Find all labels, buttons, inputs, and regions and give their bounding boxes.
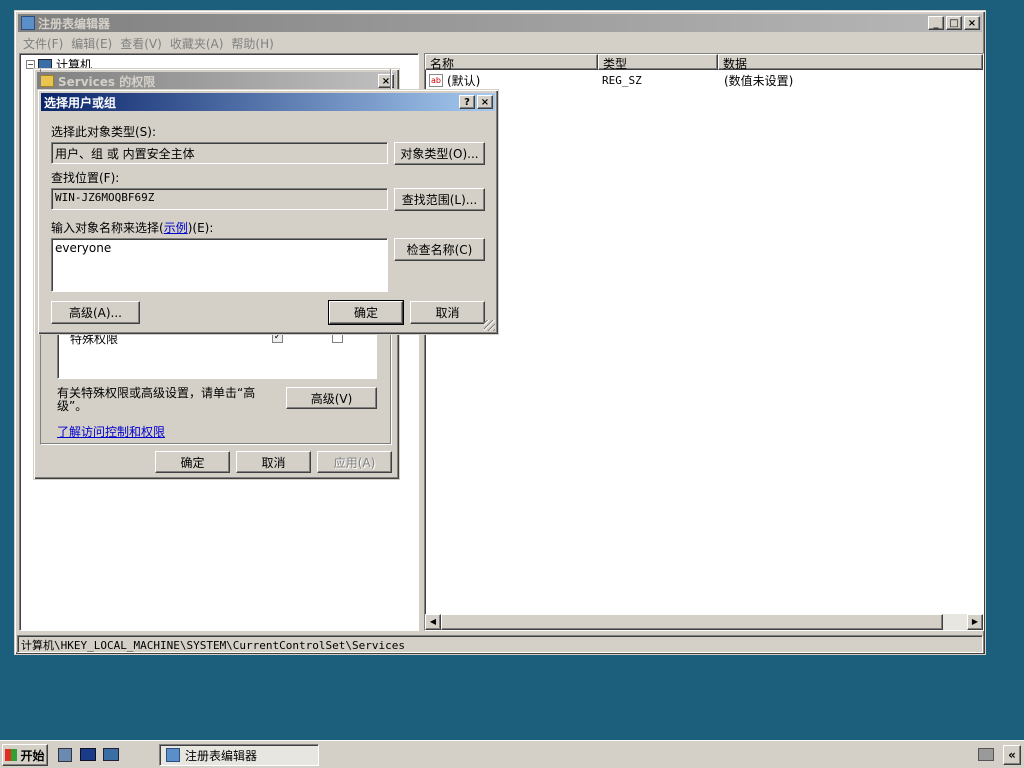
examples-link[interactable]: 示例 <box>164 221 188 235</box>
tray-expand-button[interactable]: « <box>1003 745 1021 765</box>
permissions-titlebar[interactable]: Services 的权限 × <box>37 72 396 90</box>
object-names-label-suffix: )(E): <box>187 221 214 235</box>
check-names-button[interactable]: 检查名称(C) <box>394 238 485 261</box>
windows-logo-icon <box>5 749 18 761</box>
scroll-left-button[interactable]: ◀ <box>425 614 441 630</box>
object-names-label-prefix: 输入对象名称来选择( <box>51 221 164 235</box>
learn-access-control-link[interactable]: 了解访问控制和权限 <box>57 423 165 440</box>
location-field: WIN-JZ6MOQBF69Z <box>51 188 388 210</box>
status-bar: 计算机\HKEY_LOCAL_MACHINE\SYSTEM\CurrentCon… <box>17 635 983 653</box>
value-data: (数值未设置) <box>724 73 794 88</box>
object-names-label: 输入对象名称来选择(示例)(E): <box>51 219 213 236</box>
taskbar: 开始 注册表编辑器 « <box>0 740 1024 768</box>
permissions-ok-button[interactable]: 确定 <box>155 451 230 473</box>
select-users-dialog: 选择用户或组 ? × 选择此对象类型(S): 用户、组 或 内置安全主体 对象类… <box>37 89 499 335</box>
advanced-hint: 有关特殊权限或高级设置，请单击“高级”。 <box>57 386 256 413</box>
horizontal-scrollbar[interactable]: ◀ ▶ <box>425 614 983 630</box>
permissions-apply-button[interactable]: 应用(A) <box>317 451 392 473</box>
column-headers: 名称 类型 数据 <box>425 54 983 71</box>
quicklaunch-powershell-icon[interactable] <box>80 748 96 761</box>
object-type-label: 选择此对象类型(S): <box>51 125 157 139</box>
maximize-button[interactable]: □ <box>946 16 962 30</box>
permissions-cancel-button[interactable]: 取消 <box>236 451 311 473</box>
select-users-close-button[interactable]: × <box>477 95 493 109</box>
regedit-titlebar[interactable]: 注册表编辑器 _ □ × <box>18 14 982 32</box>
quicklaunch-server-manager-icon[interactable] <box>58 748 72 762</box>
status-path: 计算机\HKEY_LOCAL_MACHINE\SYSTEM\CurrentCon… <box>21 639 405 652</box>
close-button[interactable]: × <box>964 16 980 30</box>
tray-network-icon[interactable] <box>978 748 994 761</box>
scroll-right-button[interactable]: ▶ <box>967 614 983 630</box>
object-names-textarea[interactable]: everyone <box>51 238 388 292</box>
select-users-titlebar[interactable]: 选择用户或组 ? × <box>41 93 495 111</box>
permissions-close-button[interactable]: × <box>378 74 394 88</box>
locations-button[interactable]: 查找范围(L)... <box>394 188 485 211</box>
taskbar-regedit-item[interactable]: 注册表编辑器 <box>159 744 319 766</box>
help-button[interactable]: ? <box>459 95 475 109</box>
folder-icon <box>40 75 54 87</box>
ok-button[interactable]: 确定 <box>328 300 404 325</box>
value-row[interactable]: ab (默认) REG_SZ (数值未设置) <box>429 72 929 88</box>
menu-favorites[interactable]: 收藏夹(A) <box>166 33 228 51</box>
cancel-button[interactable]: 取消 <box>410 301 485 324</box>
regedit-app-icon <box>21 16 35 30</box>
scroll-thumb[interactable] <box>441 614 943 630</box>
minimize-button[interactable]: _ <box>928 16 944 30</box>
resize-grip-icon[interactable] <box>484 320 495 331</box>
regedit-task-icon <box>166 748 180 762</box>
object-type-field: 用户、组 或 内置安全主体 <box>51 142 388 164</box>
location-label: 查找位置(F): <box>51 171 120 185</box>
menu-file[interactable]: 文件(F) <box>19 33 67 51</box>
quicklaunch-explorer-icon[interactable] <box>103 748 119 761</box>
menu-bar: 文件(F) 编辑(E) 查看(V) 收藏夹(A) 帮助(H) <box>19 33 278 51</box>
menu-help[interactable]: 帮助(H) <box>227 33 277 51</box>
start-button[interactable]: 开始 <box>2 744 48 766</box>
column-type[interactable]: 类型 <box>598 54 718 71</box>
string-value-icon: ab <box>429 73 443 87</box>
menu-edit[interactable]: 编辑(E) <box>67 33 116 51</box>
object-types-button[interactable]: 对象类型(O)... <box>394 142 485 165</box>
value-name: (默认) <box>447 73 481 88</box>
select-users-title: 选择用户或组 <box>44 95 117 110</box>
column-data[interactable]: 数据 <box>718 54 983 71</box>
menu-view[interactable]: 查看(V) <box>116 33 166 51</box>
values-pane[interactable]: 名称 类型 数据 ab (默认) REG_SZ (数值未设置) ◀ ▶ <box>424 53 984 631</box>
value-type: REG_SZ <box>602 73 642 87</box>
regedit-title: 注册表编辑器 <box>38 16 111 31</box>
advanced-button[interactable]: 高级(A)... <box>51 301 140 324</box>
start-label: 开始 <box>20 748 45 763</box>
permissions-advanced-button[interactable]: 高级(V) <box>286 387 377 409</box>
permissions-title: Services 的权限 <box>58 74 156 89</box>
taskbar-regedit-label: 注册表编辑器 <box>185 748 258 763</box>
column-name[interactable]: 名称 <box>425 54 598 71</box>
